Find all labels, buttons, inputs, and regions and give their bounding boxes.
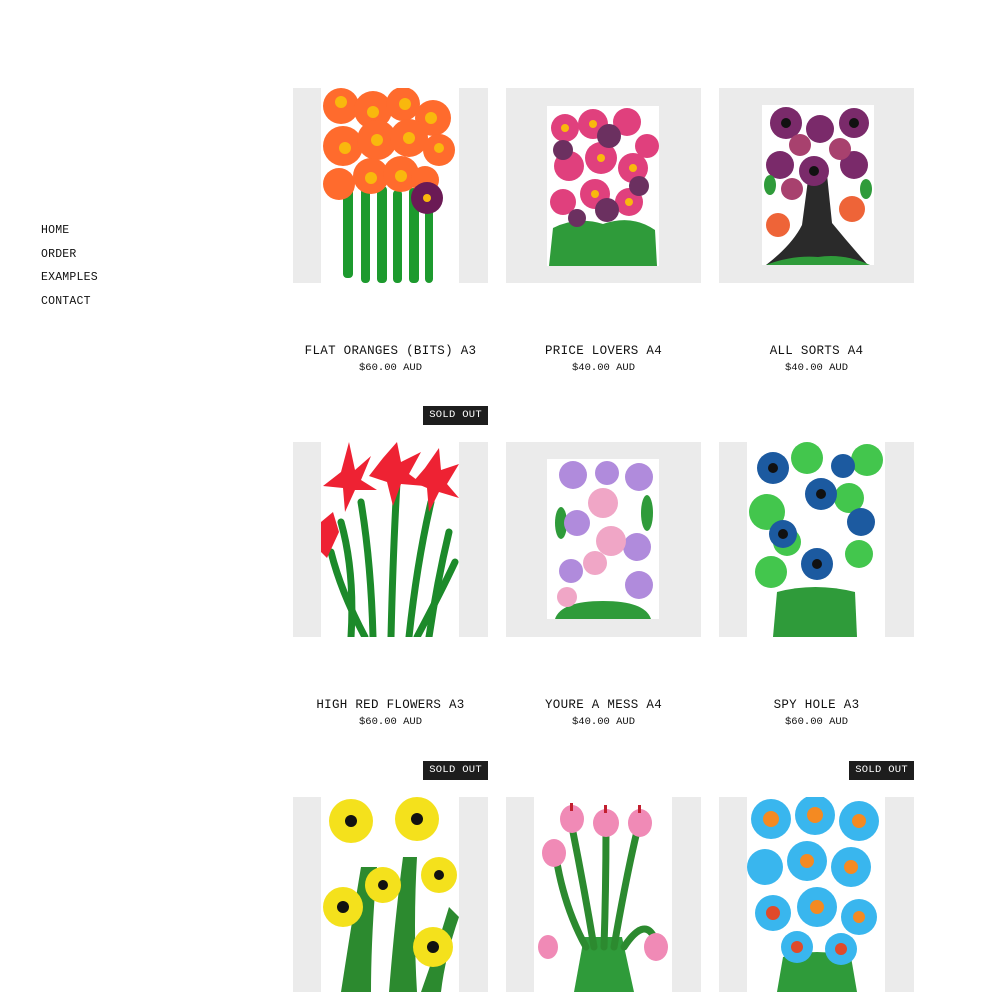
product-title[interactable]: HIGH RED FLOWERS A3	[283, 698, 498, 712]
product-image[interactable]	[719, 88, 914, 283]
product-image[interactable]	[719, 442, 914, 637]
painting-mixed-flowers	[762, 105, 874, 265]
painting-pink-flowers	[547, 106, 659, 266]
product-title[interactable]: FLAT ORANGES (BITS) A3	[283, 344, 498, 358]
product-title[interactable]: YOURE A MESS A4	[496, 698, 711, 712]
painting-blue-daisies	[747, 797, 885, 992]
painting-pink-tulips	[534, 797, 672, 992]
product-image[interactable]	[293, 797, 488, 992]
nav-examples-link[interactable]: EXAMPLES	[41, 266, 98, 290]
nav-order-link[interactable]: ORDER	[41, 243, 98, 267]
sold-out-badge: SOLD OUT	[423, 406, 488, 425]
product-image[interactable]	[719, 797, 914, 992]
product-image[interactable]	[506, 88, 701, 283]
product-image[interactable]	[506, 442, 701, 637]
nav-contact-link[interactable]: CONTACT	[41, 290, 98, 314]
painting-lilac-flowers	[547, 459, 659, 619]
sold-out-badge: SOLD OUT	[849, 761, 914, 780]
product-price: $40.00 AUD	[784, 362, 848, 374]
nav-home-link[interactable]: HOME	[41, 219, 98, 243]
painting-blue-green-flowers	[747, 442, 885, 637]
product-image[interactable]	[293, 88, 488, 283]
sold-out-badge: SOLD OUT	[423, 761, 488, 780]
product-image[interactable]	[506, 797, 701, 992]
product-price: $60.00 AUD	[358, 716, 422, 728]
product-price: $60.00 AUD	[358, 362, 422, 374]
painting-yellow-flowers	[321, 797, 459, 992]
painting-orange-flowers	[321, 88, 459, 283]
painting-red-flowers	[321, 442, 459, 637]
main-nav: HOME ORDER EXAMPLES CONTACT	[41, 219, 98, 313]
product-title[interactable]: PRICE LOVERS A4	[496, 344, 711, 358]
product-price: $60.00 AUD	[784, 716, 848, 728]
product-price: $40.00 AUD	[571, 716, 635, 728]
product-title[interactable]: SPY HOLE A3	[709, 698, 924, 712]
product-price: $40.00 AUD	[571, 362, 635, 374]
product-image[interactable]	[293, 442, 488, 637]
product-title[interactable]: ALL SORTS A4	[709, 344, 924, 358]
